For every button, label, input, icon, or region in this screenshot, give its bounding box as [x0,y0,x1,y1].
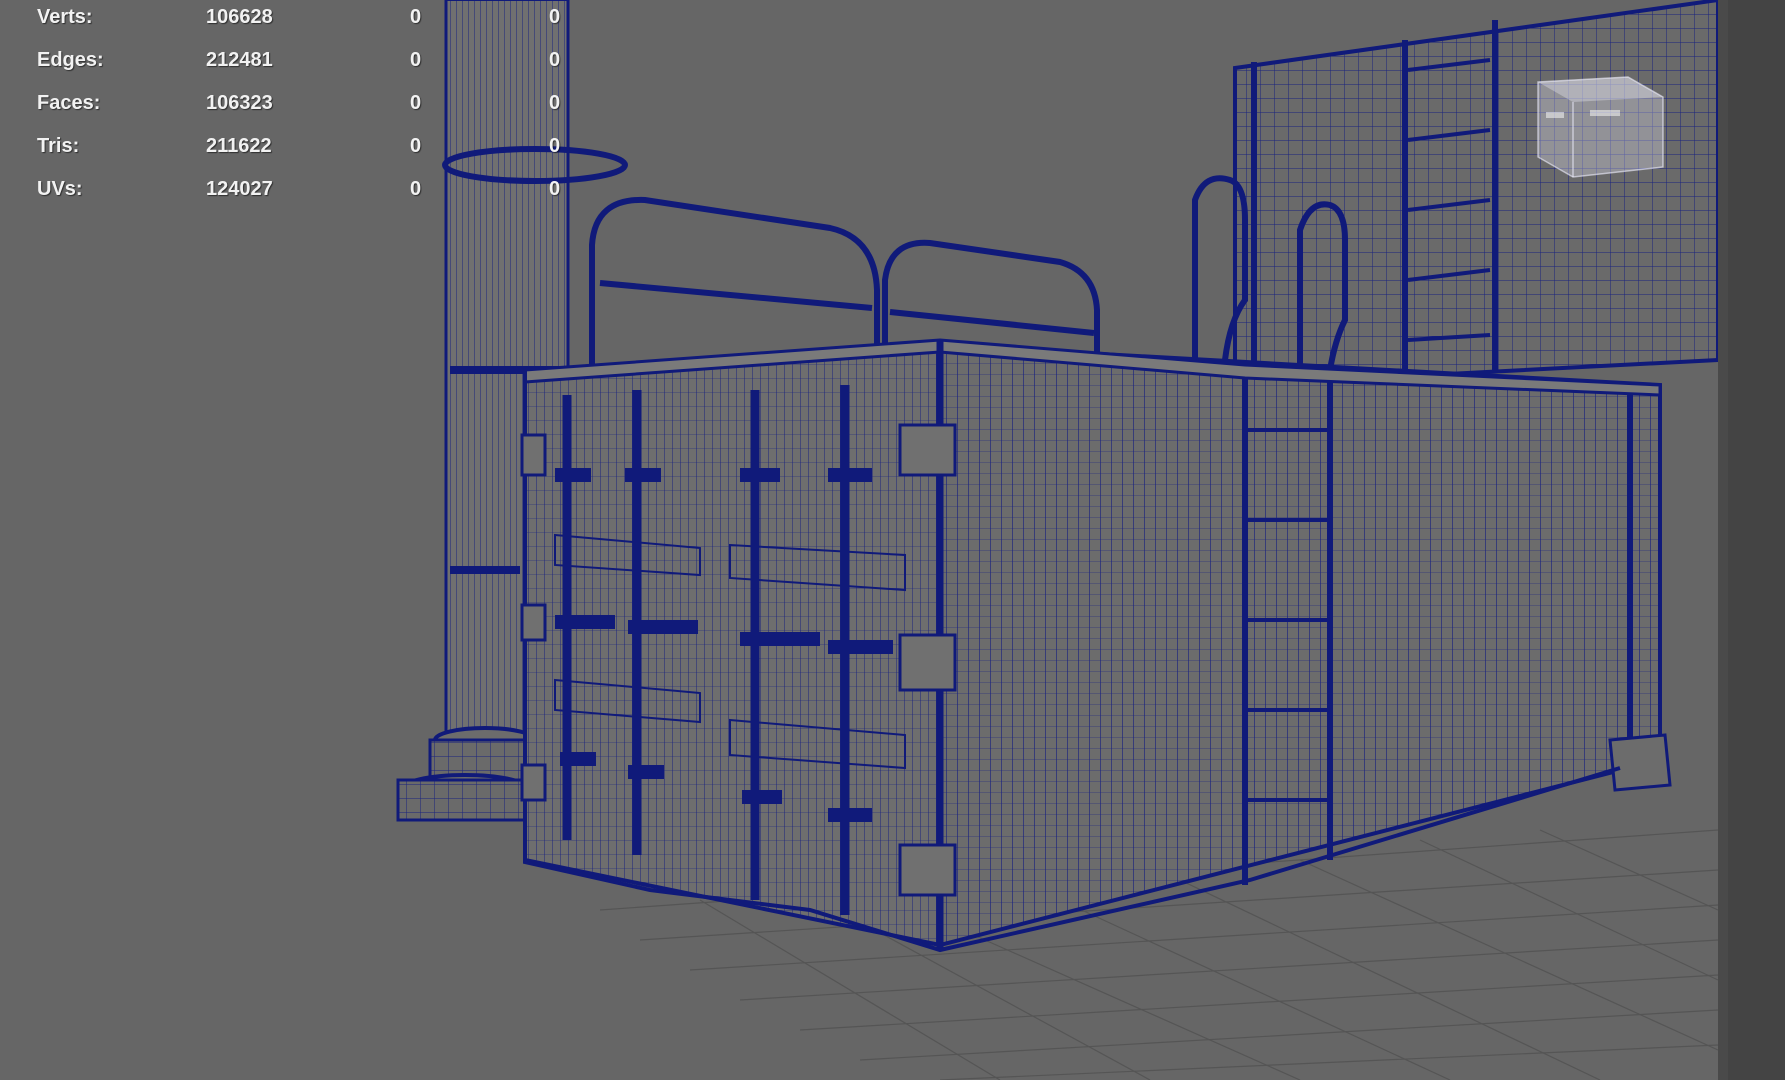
hud-total: 106323 [206,92,273,114]
hud-label: Verts: [37,6,93,28]
hud-component: 0 [549,49,561,71]
hud-total: 106628 [206,6,273,28]
hud-label: Faces: [37,92,101,114]
hud-selected: 0 [410,178,422,200]
side-panel-edge [1728,0,1785,1080]
hud-row-uvs: UVs: 124027 0 0 [0,178,600,218]
container-doors [523,342,942,948]
hud-row-tris: Tris: 211622 0 0 [0,135,600,175]
hud-selected: 0 [410,92,422,114]
hud-component: 0 [549,178,561,200]
back-fence [1233,0,1718,388]
hud-component: 0 [549,135,561,157]
view-cube-icon[interactable] [1528,72,1668,182]
hud-row-edges: Edges: 212481 0 0 [0,49,600,89]
hud-row-verts: Verts: 106628 0 0 [0,6,600,46]
hud-label: Tris: [37,135,80,157]
hud-component: 0 [549,92,561,114]
container-side [938,342,1672,948]
hud-label: Edges: [37,49,104,71]
viewport-border [1718,0,1728,1080]
3d-viewport[interactable]: Verts: 106628 0 0 Edges: 212481 0 0 Face… [0,0,1718,1080]
hud-selected: 0 [410,49,422,71]
hud-label: UVs: [37,178,83,200]
poly-count-hud: Verts: 106628 0 0 Edges: 212481 0 0 Face… [0,0,600,210]
hud-selected: 0 [410,6,422,28]
hud-total: 124027 [206,178,273,200]
hud-selected: 0 [410,135,422,157]
hud-total: 212481 [206,49,273,71]
hud-total: 211622 [206,135,272,157]
hud-row-faces: Faces: 106323 0 0 [0,92,600,132]
hud-component: 0 [549,6,561,28]
